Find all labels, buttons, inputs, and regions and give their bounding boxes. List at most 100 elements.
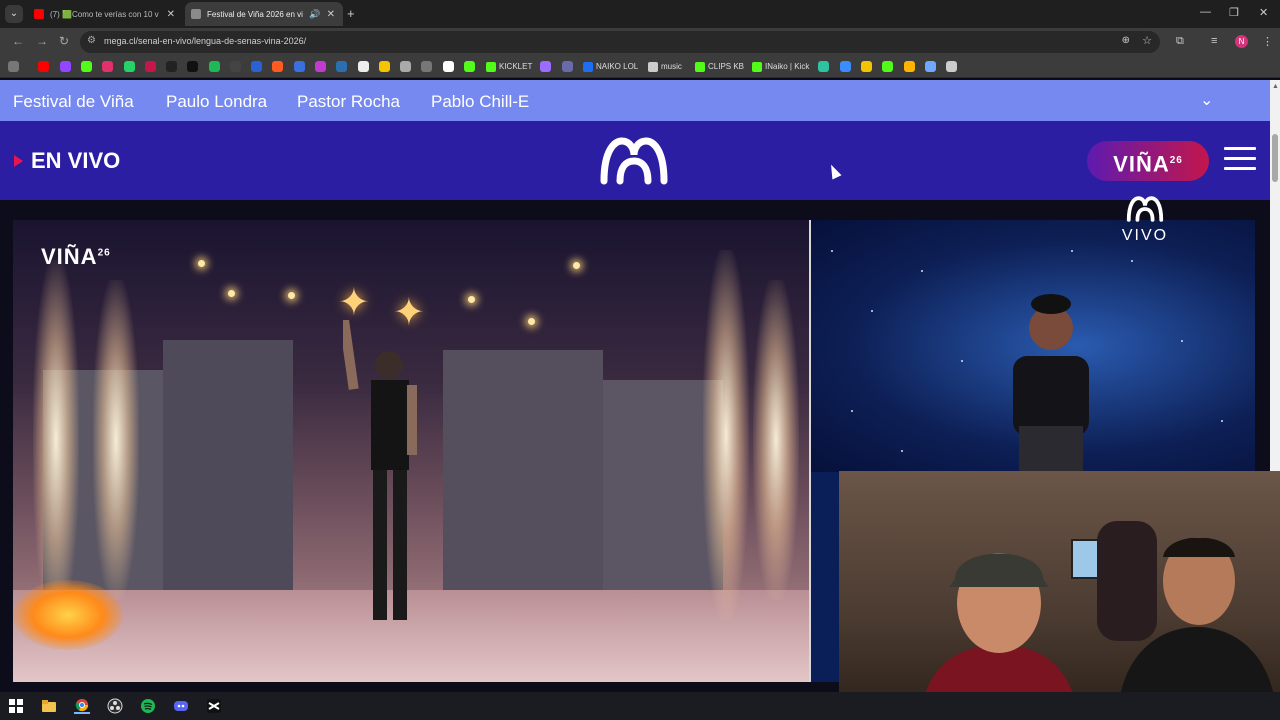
instagram-bookmark-icon[interactable] [102,61,113,72]
browser-tab-youtube[interactable]: (7) 🟩Como te verías con 10 v ✕ [28,2,183,26]
bookmark-naiko-kick[interactable]: INaiko | Kick [752,61,809,72]
vivo-label: VIVO [1121,227,1169,244]
site-bookmark-icon[interactable] [882,61,893,72]
close-tab-icon[interactable]: ✕ [167,9,175,20]
media-control-icon[interactable]: ≡ [1211,35,1217,47]
live-marker-icon [14,155,23,167]
pinterest-bookmark-icon[interactable] [145,61,156,72]
chevron-down-icon[interactable]: ⌄ [1200,90,1213,110]
profile-avatar[interactable]: N [1235,35,1248,48]
bookmark-clips-kb[interactable]: CLIPS KB [695,61,744,72]
twitch-bookmark-icon[interactable] [60,61,71,72]
mega-logo[interactable] [600,137,668,185]
site-bookmark-icon[interactable] [400,61,411,72]
site-bookmark-icon[interactable] [294,61,305,72]
browser-tab-strip: ⌄ (7) 🟩Como te verías con 10 v ✕ Festiva… [0,0,1280,28]
site-bookmark-icon[interactable] [251,61,262,72]
back-icon[interactable]: ← [12,34,24,48]
kick-icon [752,61,762,72]
site-bookmark-icon[interactable] [272,61,283,72]
stage-feed: ✦ ✦ VIÑA26 [13,220,809,682]
zoom-icon[interactable]: ⊕ [1122,35,1130,46]
spotify-bookmark-icon[interactable] [209,61,220,72]
bookmark-label: INaiko | Kick [765,62,810,71]
scroll-up-icon[interactable]: ▲ [1272,83,1279,90]
sign-interpreter [1013,294,1089,472]
site-bookmark-icon[interactable] [861,61,872,72]
restore-icon[interactable]: ❐ [1229,6,1239,19]
site-topics-nav: Festival de Viña Paulo Londra Pastor Roc… [0,80,1270,121]
vina-watermark: VIÑA26 [41,244,111,270]
address-bar[interactable]: ⚙ mega.cl/senal-en-vivo/lengua-de-senas-… [80,31,1160,53]
site-bookmark-icon[interactable] [540,61,551,72]
site-bookmark-icon[interactable] [358,61,369,72]
site-bookmark-icon[interactable] [336,61,347,72]
bookmark-star-icon[interactable]: ☆ [1142,34,1152,47]
site-bookmark-icon[interactable] [946,61,957,72]
discord-icon[interactable] [173,698,189,714]
kick-bookmark-icon[interactable] [81,61,92,72]
nav-link-festival-de-vina[interactable]: Festival de Viña [13,92,134,112]
spotify-icon[interactable] [140,698,156,714]
obs-icon[interactable] [107,698,123,714]
site-bookmark-icon[interactable] [925,61,936,72]
vina-2026-badge[interactable]: VIÑA26 [1087,141,1209,181]
os-taskbar [0,692,1280,720]
capcut-icon[interactable] [206,698,222,714]
extensions-icon[interactable]: ⧉ [1176,35,1184,48]
site-bookmark-icon[interactable] [464,61,475,72]
bookmark-naiko-lol[interactable]: NAIKO LOL [583,61,638,72]
url-text: mega.cl/senal-en-vivo/lengua-de-senas-vi… [104,36,307,46]
windows-icon[interactable] [8,698,24,714]
minimize-icon[interactable]: — [1200,6,1211,18]
youtube-icon [34,9,44,19]
site-header: EN VIVO VIÑA26 [0,121,1270,200]
guest-person [1117,537,1277,720]
site-bookmark-icon[interactable] [904,61,915,72]
nav-link-pablo-chill-e[interactable]: Pablo Chill-E [431,92,529,112]
close-tab-icon[interactable]: ✕ [327,9,335,20]
site-bookmark-icon[interactable] [421,61,432,72]
bookmark-kicklet[interactable]: KICKLET [486,61,532,72]
site-bookmark-icon[interactable] [443,61,454,72]
nav-link-paulo-londra[interactable]: Paulo Londra [166,92,267,112]
live-link[interactable]: EN VIVO [14,148,120,174]
webcam-overlay [839,471,1280,720]
site-bookmark-icon[interactable] [840,61,851,72]
browser-menu-icon[interactable]: ⋮ [1262,35,1273,48]
youtube-bookmark-icon[interactable] [38,61,49,72]
bookmark-music[interactable]: music [648,61,682,72]
site-bookmark-icon[interactable] [562,61,573,72]
forward-icon[interactable]: → [36,34,48,48]
watermark-text: VIÑA [41,244,98,269]
mega-logo-small [1126,196,1164,222]
performer [343,320,417,620]
site-bookmark-icon[interactable] [315,61,326,72]
speaker-icon[interactable]: 🔊 [309,9,320,20]
streamer-person [919,553,1079,720]
browser-tab-festival[interactable]: Festival de Viña 2026 en vi 🔊 ✕ [185,2,343,26]
nav-link-pastor-rocha[interactable]: Pastor Rocha [297,92,400,112]
chrome-icon[interactable] [74,698,90,714]
site-bookmark-icon[interactable] [230,61,241,72]
tab-title: Festival de Viña 2026 en vi [207,9,303,19]
tiktok-bookmark-icon[interactable] [187,61,198,72]
bookmark-label: NAIKO LOL [596,62,639,71]
tab-search-icon[interactable]: ⌄ [5,5,23,23]
apps-grid-icon[interactable] [8,61,19,72]
file-explorer-icon[interactable] [41,698,57,714]
x-bookmark-icon[interactable] [166,61,177,72]
site-bookmark-icon[interactable] [818,61,829,72]
close-window-icon[interactable]: ✕ [1259,6,1268,19]
watermark-year: 26 [97,247,111,259]
new-tab-button[interactable]: + [347,6,355,21]
scrollbar-thumb[interactable] [1272,134,1278,182]
badge-text: VIÑA [1113,151,1170,177]
hamburger-menu-icon[interactable] [1224,147,1256,173]
bookmark-label: CLIPS KB [708,62,745,71]
bookmark-label: KICKLET [499,62,533,71]
site-info-icon[interactable]: ⚙ [87,35,96,46]
whatsapp-bookmark-icon[interactable] [124,61,135,72]
reload-icon[interactable]: ↻ [59,34,69,48]
site-bookmark-icon[interactable] [379,61,390,72]
